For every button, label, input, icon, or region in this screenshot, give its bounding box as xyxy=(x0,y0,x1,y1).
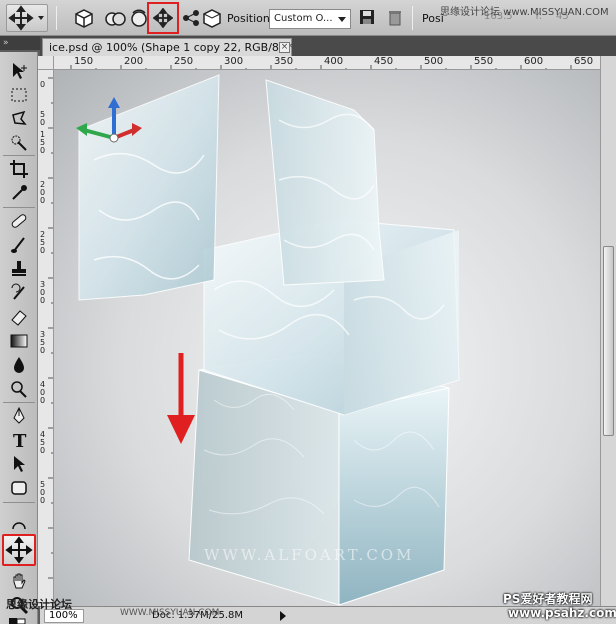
3d-move-icon xyxy=(5,536,33,564)
canvas-watermark: WWW.ALFOART.COM xyxy=(204,546,415,564)
pen-tool[interactable] xyxy=(6,405,32,427)
ruler-label: 0 xyxy=(40,446,46,455)
ruler-label: 0 xyxy=(40,118,46,127)
options-bar: Position: Custom O... Posi 163.5 Y: 45 思… xyxy=(0,0,616,36)
document-tab-title: ice.psd @ 100% (Shape 1 copy 22, RGB/8) … xyxy=(49,41,293,54)
clone-stamp-tool[interactable] xyxy=(6,258,32,280)
down-arrow-annotation xyxy=(167,353,195,444)
ruler-label: 600 xyxy=(524,56,544,67)
horizontal-ruler[interactable]: 150 200 250 300 350 400 450 500 550 600 … xyxy=(54,56,600,70)
move-icon xyxy=(8,5,34,31)
status-menu-arrow-icon[interactable] xyxy=(280,611,286,621)
eraser-tool[interactable] xyxy=(6,306,32,328)
ruler-label: 400 xyxy=(324,56,344,67)
drag-3d-object-icon[interactable] xyxy=(129,8,149,28)
scrollbar-thumb[interactable] xyxy=(603,246,614,436)
ruler-label: 500 xyxy=(424,56,444,67)
ruler-label: 0 xyxy=(40,146,46,155)
position-select[interactable]: Custom O... xyxy=(269,9,351,29)
ruler-label: 0 xyxy=(40,396,46,405)
vertical-ruler[interactable]: 0 5 0 1 5 0 2 0 0 2 5 0 3 0 0 3 5 0 4 0 … xyxy=(38,70,54,606)
top-left-ice-panel xyxy=(78,74,220,301)
close-icon[interactable]: × xyxy=(279,42,290,53)
watermark-ps-url: www.psahz.com xyxy=(508,606,616,620)
ruler-label: 0 xyxy=(40,346,46,355)
gradient-tool[interactable] xyxy=(6,330,32,352)
svg-text:T: T xyxy=(13,431,27,450)
ruler-label: 0 xyxy=(40,196,46,205)
lasso-tool[interactable] xyxy=(6,108,32,130)
document-tab[interactable]: ice.psd @ 100% (Shape 1 copy 22, RGB/8) … xyxy=(42,38,292,56)
watermark-bottom-mid: WWW.MISSYUAN.COM xyxy=(120,608,220,618)
vertical-scrollbar[interactable] xyxy=(600,56,616,606)
ruler-label: 0 xyxy=(40,496,46,505)
ruler-label: 300 xyxy=(224,56,244,67)
ruler-label: 350 xyxy=(274,56,294,67)
save-position-icon[interactable] xyxy=(358,8,378,28)
move-tool[interactable] xyxy=(6,60,32,82)
ruler-label: 150 xyxy=(74,56,94,67)
healing-brush-tool[interactable] xyxy=(6,210,32,232)
ruler-label: 200 xyxy=(124,56,144,67)
eyedropper-tool[interactable] xyxy=(6,182,32,204)
marquee-tool[interactable] xyxy=(6,84,32,106)
type-tool[interactable]: T xyxy=(6,429,32,451)
quick-selection-tool[interactable] xyxy=(6,132,32,154)
tool-preset-picker[interactable] xyxy=(6,4,48,32)
ice-artwork xyxy=(76,74,460,606)
crop-tool[interactable] xyxy=(6,158,32,180)
ruler-label: 250 xyxy=(174,56,194,67)
collapse-toolbox-button[interactable]: » xyxy=(0,36,40,50)
hand-tool[interactable] xyxy=(6,570,32,592)
slide-3d-object-icon[interactable] xyxy=(152,7,174,29)
ruler-label: 450 xyxy=(374,56,394,67)
watermark-ps-site: PS爱好者教程网 xyxy=(503,592,593,606)
roll-3d-object-icon[interactable] xyxy=(104,8,126,28)
color-swatches[interactable] xyxy=(6,618,32,624)
shape-tool[interactable] xyxy=(6,477,32,499)
ruler-corner xyxy=(38,56,54,70)
ruler-label: 0 xyxy=(40,80,46,89)
position-select-value: Custom O... xyxy=(274,13,333,24)
document-tab-bar: ice.psd @ 100% (Shape 1 copy 22, RGB/8) … xyxy=(40,36,616,56)
path-selection-tool[interactable] xyxy=(6,453,32,475)
document-canvas[interactable]: WWW.ALFOART.COM xyxy=(54,70,600,606)
watermark-bottom-left: 思缘设计论坛 xyxy=(6,598,72,611)
scale-cube-icon[interactable] xyxy=(201,8,221,28)
ruler-label: 550 xyxy=(474,56,494,67)
blur-tool[interactable] xyxy=(6,354,32,376)
scale-3d-object-icon[interactable] xyxy=(181,8,201,28)
position-label: Position: xyxy=(227,12,274,25)
ruler-label: 0 xyxy=(40,246,46,255)
toolbox: T xyxy=(0,52,38,624)
delete-position-icon[interactable] xyxy=(386,8,406,28)
ruler-label: 0 xyxy=(40,296,46,305)
dodge-tool[interactable] xyxy=(6,378,32,400)
rotate-3d-object-icon[interactable] xyxy=(74,8,94,28)
history-brush-tool[interactable] xyxy=(6,282,32,304)
brush-tool[interactable] xyxy=(6,234,32,256)
chevron-down-icon xyxy=(338,17,346,22)
watermark-top-right: 思缘设计论坛 www.MISSYUAN.COM xyxy=(440,7,609,18)
ruler-label: 650 xyxy=(574,56,594,67)
top-right-ice-panel xyxy=(265,79,385,286)
3d-rotate-camera-tool[interactable] xyxy=(6,518,32,540)
